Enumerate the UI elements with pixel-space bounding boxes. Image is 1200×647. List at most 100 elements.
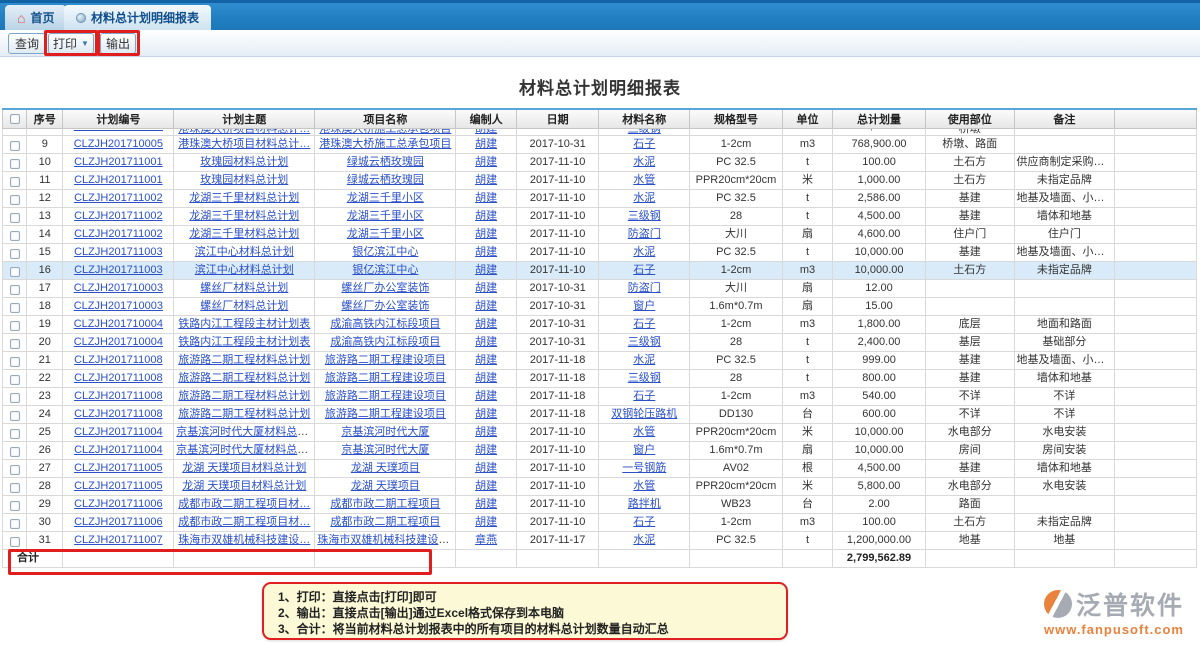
select-all-checkbox[interactable] [10, 114, 20, 124]
cell-subject-link[interactable]: 旅游路二期工程材料总计划 [178, 408, 310, 420]
cell-subject-link[interactable]: 港珠澳大桥项目材料总计… [178, 138, 310, 150]
cell-project-link[interactable]: 港珠澳大桥施工总承包项目 [319, 138, 451, 150]
row-checkbox[interactable] [10, 213, 20, 223]
cell-project-link[interactable]: 旅游路二期工程建设项目 [325, 354, 446, 366]
cell-subject-link[interactable]: 玫瑰园材料总计划 [200, 174, 288, 186]
cell-compiler-link[interactable]: 胡建 [475, 426, 497, 438]
cell-project-link[interactable]: 旅游路二期工程建设项目 [325, 372, 446, 384]
cell-subject-link[interactable]: 成都市政二期工程项目材… [178, 498, 310, 510]
row-checkbox[interactable] [10, 537, 20, 547]
export-button[interactable]: 输出 [100, 33, 136, 54]
row-checkbox[interactable] [10, 321, 20, 331]
row-checkbox[interactable] [10, 249, 20, 259]
cell-plan-no-link[interactable]: CLZJH201711001 [74, 156, 162, 168]
cell-project-link[interactable]: 京基滨河时代大厦 [341, 426, 429, 438]
cell-plan-no-link[interactable]: CLZJH201711008 [74, 372, 162, 384]
cell-subject-link[interactable]: 京基滨河时代大厦材料总计划 [176, 426, 315, 438]
cell-material-link[interactable]: 石子 [633, 390, 655, 402]
cell-material-link[interactable]: 防盗门 [628, 228, 661, 240]
cell-subject-link[interactable]: 龙湖 天璞项目材料总计划 [182, 480, 306, 492]
cell-material-link[interactable]: 石子 [633, 516, 655, 528]
table-row[interactable]: 11CLZJH201711001玫瑰园材料总计划绿城云栖玫瑰园胡建2017-11… [3, 171, 1197, 189]
table-row[interactable]: 13CLZJH201711002龙湖三千里材料总计划龙湖三千里小区胡建2017-… [3, 207, 1197, 225]
cell-plan-no-link[interactable]: CLZJH201710004 [74, 336, 163, 348]
cell-project-link[interactable]: 成渝高铁内江标段项目 [330, 336, 440, 348]
row-checkbox[interactable] [10, 357, 20, 367]
cell-plan-no-link[interactable]: CLZJH201710004 [74, 318, 163, 330]
cell-project-link[interactable]: 成渝高铁内江标段项目 [330, 318, 440, 330]
cell-subject-link[interactable]: 旅游路二期工程材料总计划 [178, 390, 310, 402]
cell-project-link[interactable]: 旅游路二期工程建设项目 [325, 390, 446, 402]
table-row[interactable]: 18CLZJH201710003螺丝厂材料总计划螺丝厂办公室装饰胡建2017-1… [3, 297, 1197, 315]
cell-project-link[interactable]: 龙湖 天璞项目 [351, 462, 420, 474]
cell-material-link[interactable]: 三级钢 [628, 128, 661, 135]
cell-material-link[interactable]: 水泥 [633, 156, 655, 168]
table-row[interactable]: 14CLZJH201711002龙湖三千里材料总计划龙湖三千里小区胡建2017-… [3, 225, 1197, 243]
cell-subject-link[interactable]: 铁路内江工程段主材计划表 [178, 336, 310, 348]
row-checkbox[interactable] [10, 393, 20, 403]
row-checkbox[interactable] [10, 303, 20, 313]
cell-project-link[interactable]: 京基滨河时代大厦 [341, 444, 429, 456]
cell-material-link[interactable]: 石子 [633, 318, 655, 330]
table-row[interactable]: 9CLZJH201710005港珠澳大桥项目材料总计…港珠澳大桥施工总承包项目胡… [3, 135, 1197, 153]
cell-plan-no-link[interactable]: CLZJH201711005 [74, 462, 162, 474]
cell-material-link[interactable]: 水管 [633, 426, 655, 438]
row-checkbox[interactable] [10, 285, 20, 295]
table-row[interactable]: 24CLZJH201711008旅游路二期工程材料总计划旅游路二期工程建设项目胡… [3, 405, 1197, 423]
cell-compiler-link[interactable]: 胡建 [475, 354, 497, 366]
cell-material-link[interactable]: 水管 [633, 480, 655, 492]
cell-project-link[interactable]: 螺丝厂办公室装饰 [341, 300, 429, 312]
cell-compiler-link[interactable]: 胡建 [475, 480, 497, 492]
cell-plan-no-link[interactable]: CLZJH201710003 [74, 282, 163, 294]
cell-plan-no-link[interactable]: CLZJH201711003 [74, 264, 162, 276]
cell-project-link[interactable]: 龙湖三千里小区 [347, 192, 424, 204]
cell-material-link[interactable]: 水泥 [633, 354, 655, 366]
cell-compiler-link[interactable]: 胡建 [475, 372, 497, 384]
tab-material-report[interactable]: 材料总计划明细报表 × [64, 5, 211, 30]
cell-plan-no-link[interactable]: CLZJH201711004 [74, 444, 162, 456]
cell-project-link[interactable]: 银亿滨江中心 [352, 264, 418, 276]
row-checkbox[interactable] [10, 501, 20, 511]
cell-material-link[interactable]: 石子 [633, 138, 655, 150]
cell-compiler-link[interactable]: 胡建 [475, 264, 497, 276]
cell-plan-no-link[interactable]: CLZJH201711003 [74, 246, 162, 258]
cell-material-link[interactable]: 三级钢 [628, 210, 661, 222]
tab-home[interactable]: ⌂ 首页 [5, 5, 66, 30]
row-checkbox[interactable] [10, 231, 20, 241]
cell-compiler-link[interactable]: 胡建 [475, 138, 497, 150]
row-checkbox[interactable] [10, 411, 20, 421]
row-checkbox[interactable] [10, 465, 20, 475]
cell-plan-no-link[interactable]: CLZJH201711005 [74, 480, 162, 492]
table-row[interactable]: 26CLZJH201711004京基滨河时代大厦材料总计划京基滨河时代大厦胡建2… [3, 441, 1197, 459]
row-checkbox[interactable] [10, 177, 20, 187]
cell-project-link[interactable]: 龙湖三千里小区 [347, 210, 424, 222]
table-row[interactable]: 23CLZJH201711008旅游路二期工程材料总计划旅游路二期工程建设项目胡… [3, 387, 1197, 405]
cell-plan-no-link[interactable]: CLZJH201711008 [74, 354, 162, 366]
close-icon[interactable]: × [202, 4, 208, 14]
cell-subject-link[interactable]: 旅游路二期工程材料总计划 [178, 354, 310, 366]
cell-subject-link[interactable]: 玫瑰园材料总计划 [200, 156, 288, 168]
cell-compiler-link[interactable]: 胡建 [475, 210, 497, 222]
cell-project-link[interactable]: 港珠澳大桥施工总承包项目 [319, 128, 451, 135]
cell-subject-link[interactable]: 铁路内江工程段主材计划表 [178, 318, 310, 330]
cell-material-link[interactable]: 窗户 [633, 444, 655, 456]
cell-compiler-link[interactable]: 胡建 [475, 228, 497, 240]
cell-subject-link[interactable]: 成都市政二期工程项目材… [178, 516, 310, 528]
table-row[interactable]: 19CLZJH201710004铁路内江工程段主材计划表成渝高铁内江标段项目胡建… [3, 315, 1197, 333]
cell-plan-no-link[interactable]: CLZJH201711004 [74, 426, 162, 438]
cell-plan-no-link[interactable]: CLZJH201711002 [74, 228, 162, 240]
cell-plan-no-link[interactable]: CLZJH201710005 [74, 128, 163, 132]
cell-compiler-link[interactable]: 胡建 [475, 390, 497, 402]
cell-project-link[interactable]: 绿城云栖玫瑰园 [347, 156, 424, 168]
table-row[interactable]: 15CLZJH201711003滨江中心材料总计划银亿滨江中心胡建2017-11… [3, 243, 1197, 261]
cell-plan-no-link[interactable]: CLZJH201711007 [74, 534, 162, 546]
cell-compiler-link[interactable]: 胡建 [475, 192, 497, 204]
cell-compiler-link[interactable]: 胡建 [475, 498, 497, 510]
table-row[interactable]: 30CLZJH201711006成都市政二期工程项目材…成都市政二期工程项目胡建… [3, 513, 1197, 531]
cell-subject-link[interactable]: 龙湖 天璞项目材料总计划 [182, 462, 306, 474]
cell-material-link[interactable]: 水管 [633, 174, 655, 186]
table-row[interactable]: 17CLZJH201710003螺丝厂材料总计划螺丝厂办公室装饰胡建2017-1… [3, 279, 1197, 297]
cell-project-link[interactable]: 成都市政二期工程项目 [330, 498, 440, 510]
row-checkbox[interactable] [10, 195, 20, 205]
table-row[interactable]: 22CLZJH201711008旅游路二期工程材料总计划旅游路二期工程建设项目胡… [3, 369, 1197, 387]
